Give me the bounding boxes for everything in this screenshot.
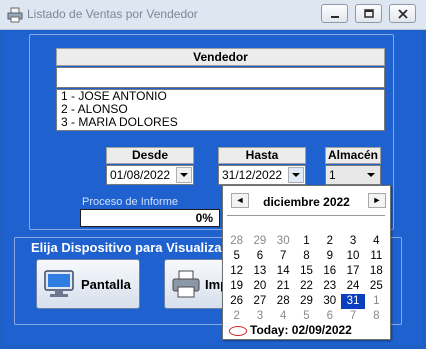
calendar-day[interactable]: 24 [341,279,364,294]
next-month-button[interactable]: ► [368,193,386,208]
calendar-day[interactable]: 1 [365,294,388,309]
calendar-week-row: 12 13 14 15 16 17 18 [225,264,388,279]
calendar-day[interactable]: 10 [341,249,364,264]
calendar-day[interactable]: 9 [318,249,341,264]
calendar-day[interactable]: 17 [341,264,364,279]
calendar-day[interactable]: 19 [225,279,248,294]
minimize-icon [330,15,339,18]
calendar-day[interactable]: 1 [295,234,318,249]
calendar-day[interactable]: 14 [272,264,295,279]
calendar-week-row: 26 27 28 29 30 31 1 [225,294,388,309]
calendar-day[interactable]: 8 [365,309,388,324]
calendar-day[interactable]: 27 [248,294,271,309]
calendar-day[interactable]: 4 [365,234,388,249]
restore-button[interactable] [355,4,382,23]
calendar-week-row: 19 20 21 22 23 24 25 [225,279,388,294]
desde-label: Desde [106,147,194,164]
printer-app-icon [7,7,23,23]
close-button[interactable] [389,4,416,23]
calendar-day[interactable]: 22 [295,279,318,294]
hasta-value: 31/12/2022 [222,168,283,182]
calendar-week-row: 5 6 7 8 9 10 11 [225,249,388,264]
close-icon [397,8,408,19]
calendar-day[interactable]: 29 [295,294,318,309]
desde-date-combo[interactable]: 01/08/2022 [106,165,194,185]
almacen-label: Almacén [325,147,381,164]
vendedor-list[interactable]: 1 - JOSE ANTONIO 2 - ALONSO 3 - MARIA DO… [56,89,385,131]
restore-icon [363,8,374,18]
calendar-day[interactable]: 2 [225,309,248,324]
calendar-day[interactable]: 25 [365,279,388,294]
calendar-day[interactable]: 31 [341,294,365,309]
progress-bar: 0% [80,209,220,227]
calendar-day[interactable]: 3 [341,234,364,249]
chevron-down-icon[interactable] [176,167,192,183]
calendar-day[interactable]: 23 [318,279,341,294]
calendar-today-link[interactable]: Today: 02/09/2022 [229,323,352,337]
calendar-day[interactable]: 11 [365,249,388,264]
calendar-header: ◄ diciembre 2022 ► [223,186,390,212]
calendar-week-row: 2345678 [225,309,388,324]
calendar-day[interactable]: 3 [248,309,271,324]
calendar-day[interactable]: 18 [365,264,388,279]
calendar-day[interactable]: 6 [248,249,271,264]
vendedor-header: Vendedor [56,48,385,66]
progress-label: Proceso de Informe [82,196,178,208]
calendar-week-row: 28 29 30 1 2 3 4 [225,234,388,249]
minimize-button[interactable] [321,4,348,23]
calendar-day[interactable]: 28 [272,294,295,309]
calendar-day[interactable]: 6 [318,309,341,324]
chevron-down-icon[interactable] [288,167,304,183]
vendedor-search-input[interactable] [56,67,385,88]
calendar-day[interactable]: 13 [248,264,271,279]
calendar-divider [227,215,385,216]
impresora-button[interactable]: Imp [164,259,228,309]
calendar-day[interactable]: 15 [295,264,318,279]
title-bar: Listado de Ventas por Vendedor [0,0,426,30]
calendar-days-grid: 28 29 30 1 2 3 4 5 6 7 8 9 10 11 12 13 14 15 16 17 18 19 20 21 2… [225,234,388,324]
calendar-day[interactable]: 28 [225,234,248,249]
calendar-day[interactable]: 5 [295,309,318,324]
calendar-day[interactable]: 2 [318,234,341,249]
chevron-down-icon[interactable] [363,167,379,183]
calendar-day[interactable]: 16 [318,264,341,279]
calendar-day[interactable]: 30 [272,234,295,249]
calendar-day[interactable]: 8 [295,249,318,264]
calendar-day[interactable]: 12 [225,264,248,279]
device-label: Elija Dispositivo para Visualiza [31,240,222,255]
calendar-day[interactable]: 29 [248,234,271,249]
calendar-day[interactable]: 5 [225,249,248,264]
app-window: Listado de Ventas por Vendedor Vendedor … [0,0,426,349]
calendar-day[interactable]: 30 [318,294,341,309]
progress-percent: 0% [195,211,213,225]
list-item[interactable]: 3 - MARIA DOLORES [61,116,384,129]
pantalla-label: Pantalla [81,277,131,292]
calendar-day[interactable]: 4 [272,309,295,324]
pantalla-button[interactable]: Pantalla [36,259,140,309]
calendar-day[interactable]: 21 [272,279,295,294]
hasta-label: Hasta [218,147,306,164]
calendar-day[interactable]: 7 [341,309,364,324]
date-picker-popup[interactable]: ◄ diciembre 2022 ► 28 29 30 1 2 3 4 5 6 7 8 9 10 11 12… [222,185,391,340]
monitor-icon [44,270,74,297]
today-circle-icon [229,325,247,336]
window-title: Listado de Ventas por Vendedor [27,7,198,21]
calendar-day[interactable]: 26 [225,294,248,309]
desde-value: 01/08/2022 [110,168,171,182]
calendar-day[interactable]: 20 [248,279,271,294]
printer-icon [172,270,200,298]
almacen-combo[interactable]: 1 [325,165,381,185]
calendar-day[interactable]: 7 [272,249,295,264]
almacen-value: 1 [329,168,336,182]
calendar-month-title[interactable]: diciembre 2022 [223,195,390,209]
today-label: Today: 02/09/2022 [250,323,352,337]
hasta-date-combo[interactable]: 31/12/2022 [218,165,306,185]
